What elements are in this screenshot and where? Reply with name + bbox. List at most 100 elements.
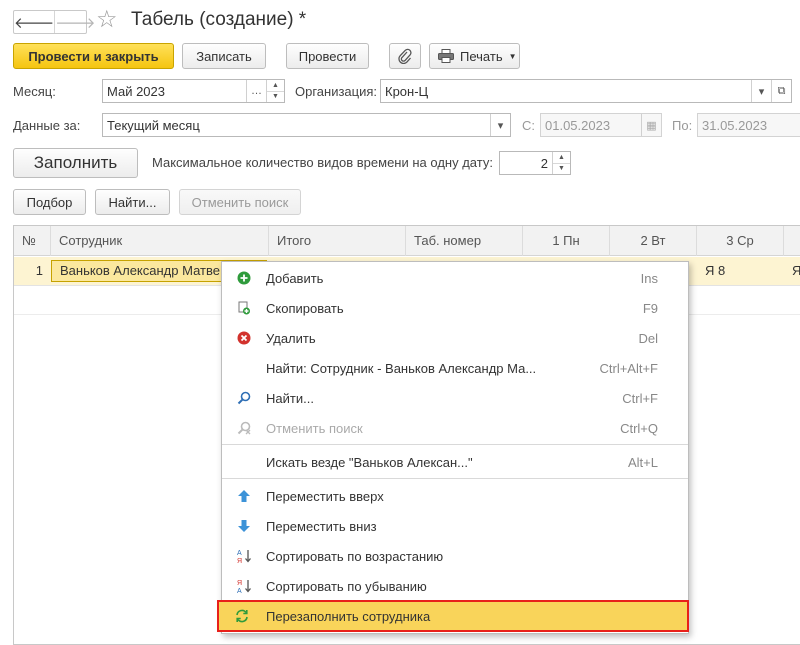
column-tab-number[interactable]: Таб. номер [406, 226, 523, 256]
menu-item-label: Удалить [266, 330, 316, 346]
to-date-field: 31.05.2023 [697, 113, 800, 137]
spin-down-icon[interactable]: ▼ [553, 162, 570, 175]
arrow-down-icon [222, 519, 266, 533]
favorite-star-icon[interactable]: ☆ [96, 6, 118, 34]
menu-separator [222, 444, 688, 445]
menu-item-label: Скопировать [266, 300, 344, 316]
arrow-up-icon [222, 489, 266, 503]
print-label: Печать [460, 48, 503, 64]
menu-item-label: Добавить [266, 270, 324, 286]
column-total[interactable]: Итого [269, 226, 406, 256]
menu-item-shortcut: Del [638, 330, 658, 346]
table-header: № Сотрудник Итого Таб. номер 1 Пн 2 Вт 3… [14, 226, 800, 256]
menu-item-label: Сортировать по убыванию [266, 578, 427, 594]
menu-separator [222, 478, 688, 479]
month-value: Май 2023 [107, 83, 165, 99]
context-menu: Добавить Ins Скопировать F9 Удалить Del … [217, 261, 689, 634]
to-label: По: [672, 118, 693, 133]
svg-text:Я: Я [237, 558, 242, 564]
to-date-value: 31.05.2023 [702, 117, 768, 133]
fill-button[interactable]: Заполнить [13, 148, 138, 178]
menu-item-label: Переместить вверх [266, 488, 384, 504]
month-field[interactable]: Май 2023 … ▲ ▼ [102, 79, 285, 103]
month-spinner[interactable]: ▲ ▼ [266, 80, 284, 102]
menu-item-find-by-employee[interactable]: Найти: Сотрудник - Ваньков Александр Ма.… [222, 353, 688, 383]
menu-item-move-down[interactable]: Переместить вниз [222, 511, 688, 541]
spin-down-icon[interactable]: ▼ [267, 90, 284, 103]
copy-icon [222, 301, 266, 315]
menu-item-refill-employee[interactable]: Перезаполнить сотрудника [217, 600, 689, 632]
post-button[interactable]: Провести [286, 43, 369, 69]
menu-item-label: Найти: Сотрудник - Ваньков Александр Ма.… [266, 360, 537, 376]
spin-up-icon[interactable]: ▲ [553, 152, 570, 163]
menu-item-shortcut: Ctrl+F [622, 390, 658, 406]
menu-item-copy[interactable]: Скопировать F9 [222, 293, 688, 323]
menu-item-sort-desc[interactable]: ЯА Сортировать по убыванию [222, 571, 688, 601]
max-types-spinner[interactable]: ▲ ▼ [552, 152, 570, 174]
menu-item-find[interactable]: Найти... Ctrl+F [222, 383, 688, 413]
delete-icon [222, 331, 266, 345]
sort-asc-icon: АЯ [222, 548, 266, 564]
organization-field[interactable]: Крон-Ц ▾ ⧉ [380, 79, 792, 103]
pick-button[interactable]: Подбор [13, 189, 86, 215]
menu-item-search-everywhere[interactable]: Искать везде "Ваньков Алексан..." Alt+L [222, 447, 688, 477]
menu-item-label: Сортировать по возрастанию [266, 548, 444, 564]
page-title: Табель (создание) * [131, 9, 307, 30]
spin-up-icon[interactable]: ▲ [267, 80, 284, 91]
svg-text:Я: Я [237, 580, 242, 587]
data-for-field[interactable]: Текущий месяц ▾ [102, 113, 511, 137]
calendar-icon: ▦ [641, 114, 661, 136]
chevron-down-icon: ▼ [508, 51, 517, 61]
organization-label: Организация: [295, 84, 378, 99]
menu-item-sort-asc[interactable]: АЯ Сортировать по возрастанию [222, 541, 688, 571]
menu-item-cancel-search: Отменить поиск Ctrl+Q [222, 413, 688, 443]
add-icon [222, 271, 266, 285]
column-number[interactable]: № [14, 226, 51, 256]
from-label: С: [522, 118, 535, 133]
column-employee[interactable]: Сотрудник [51, 226, 269, 256]
menu-item-label: Искать везде "Ваньков Алексан..." [266, 454, 473, 470]
max-types-field[interactable]: 2 ▲ ▼ [499, 151, 571, 175]
column-day-1[interactable]: 1 Пн [523, 226, 610, 256]
menu-item-label: Переместить вниз [266, 518, 377, 534]
data-for-label: Данные за: [13, 118, 81, 133]
organization-value: Крон-Ц [385, 83, 429, 99]
month-select-button[interactable]: … [246, 80, 266, 102]
menu-item-shortcut: Ctrl+Q [620, 420, 658, 436]
from-date-value: 01.05.2023 [545, 117, 611, 133]
cancel-search-icon [222, 421, 266, 435]
organization-dropdown-icon[interactable]: ▾ [751, 80, 771, 102]
menu-item-move-up[interactable]: Переместить вверх [222, 481, 688, 511]
menu-item-add[interactable]: Добавить Ins [222, 263, 688, 293]
day-cell[interactable]: Я [784, 257, 800, 285]
find-button[interactable]: Найти... [95, 189, 170, 215]
paperclip-icon [398, 48, 412, 64]
menu-item-label: Найти... [266, 390, 314, 406]
forward-button[interactable]: 🡒 [54, 11, 95, 33]
post-and-close-button[interactable]: Провести и закрыть [13, 43, 174, 69]
search-icon [222, 391, 266, 405]
menu-item-delete[interactable]: Удалить Del [222, 323, 688, 353]
refill-icon [218, 609, 266, 623]
column-day-3[interactable]: 3 Ср [697, 226, 784, 256]
from-date-field: 01.05.2023 ▦ [540, 113, 662, 137]
back-button[interactable]: 🡐 [14, 11, 54, 33]
cancel-search-button: Отменить поиск [179, 189, 301, 215]
sort-desc-icon: ЯА [222, 578, 266, 594]
data-for-value: Текущий месяц [107, 117, 200, 133]
menu-item-shortcut: Alt+L [628, 454, 658, 470]
menu-item-label: Отменить поиск [266, 420, 363, 436]
max-types-label: Максимальное количество видов времени на… [152, 155, 493, 170]
navigation-buttons: 🡐 🡒 [13, 10, 95, 34]
max-types-value: 2 [540, 155, 548, 171]
day-cell[interactable]: Я 8 [697, 257, 784, 285]
data-for-dropdown-icon[interactable]: ▾ [490, 114, 510, 136]
menu-item-shortcut: Ctrl+Alt+F [599, 360, 658, 376]
save-button[interactable]: Записать [182, 43, 266, 69]
attach-button[interactable] [389, 43, 421, 69]
svg-text:А: А [237, 588, 242, 594]
month-label: Месяц: [13, 84, 56, 99]
open-organization-icon[interactable]: ⧉ [771, 80, 791, 102]
print-button[interactable]: Печать ▼ [429, 43, 520, 69]
column-day-2[interactable]: 2 Вт [610, 226, 697, 256]
